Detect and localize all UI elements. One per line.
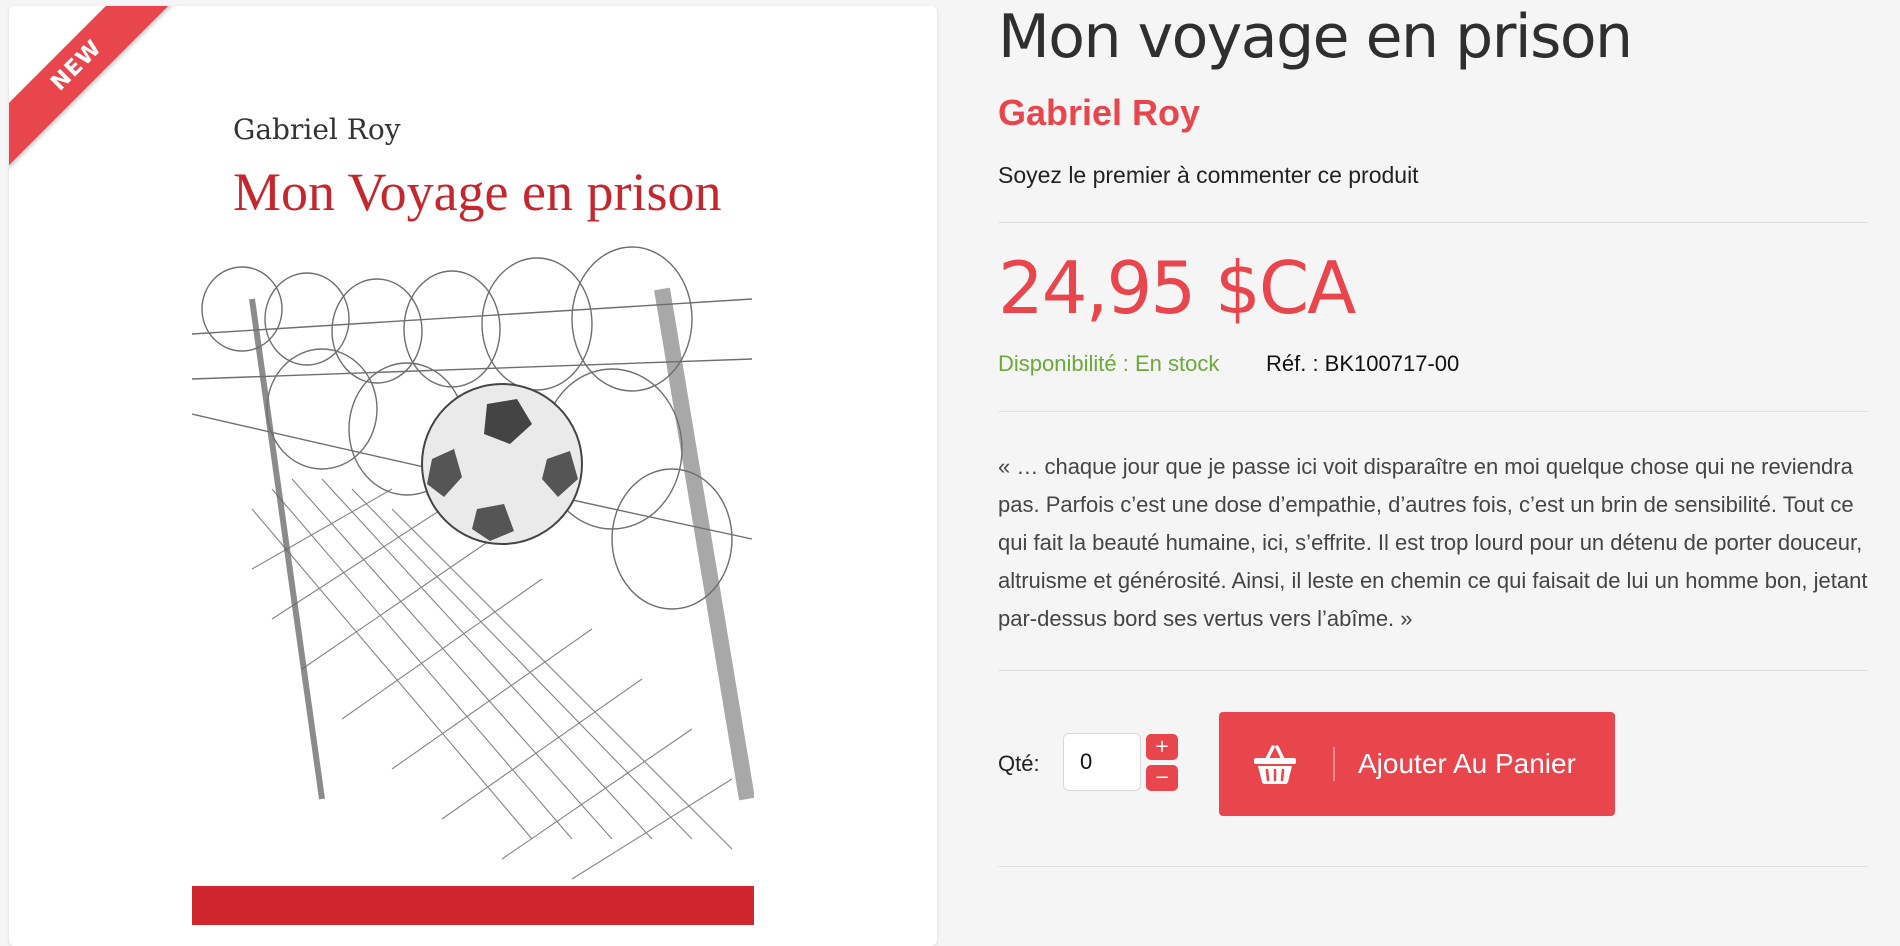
cover-author: Gabriel Roy: [233, 113, 401, 146]
new-ribbon: NEW: [9, 6, 189, 186]
new-badge: NEW: [9, 6, 178, 167]
cover-title: Mon Voyage en prison: [233, 162, 722, 222]
cover-bottom-band: [192, 886, 754, 925]
divider: [998, 866, 1868, 867]
product-price: 24,95 $CA: [998, 246, 1356, 330]
add-to-cart-label: Ajouter Au Panier: [1358, 748, 1576, 779]
quantity-label: Qté:: [998, 751, 1040, 776]
product-image-card[interactable]: NEW Gabriel Roy Mon Voyage en prison: [9, 6, 937, 946]
product-author-link[interactable]: Gabriel Roy: [998, 92, 1200, 134]
quantity-input[interactable]: [1063, 733, 1141, 791]
divider: [998, 411, 1868, 412]
divider: [998, 222, 1868, 223]
quantity-increase-button[interactable]: +: [1146, 734, 1178, 760]
product-description: « … chaque jour que je passe ici voit di…: [998, 454, 1868, 631]
divider: [998, 670, 1868, 671]
product-title: Mon voyage en prison: [998, 2, 1633, 72]
button-separator: [1333, 747, 1335, 781]
add-to-cart-button[interactable]: Ajouter Au Panier: [1219, 712, 1615, 816]
book-cover: Gabriel Roy Mon Voyage en prison: [192, 99, 754, 925]
quantity-decrease-button[interactable]: −: [1146, 765, 1178, 791]
first-review-link[interactable]: Soyez le premier à commenter ce produit: [998, 162, 1419, 189]
product-reference: Réf. : BK100717-00: [1266, 351, 1460, 376]
barbed-wire-illustration: [192, 246, 754, 880]
availability-status: Disponibilité : En stock: [998, 351, 1220, 376]
basket-icon: [1254, 745, 1296, 784]
